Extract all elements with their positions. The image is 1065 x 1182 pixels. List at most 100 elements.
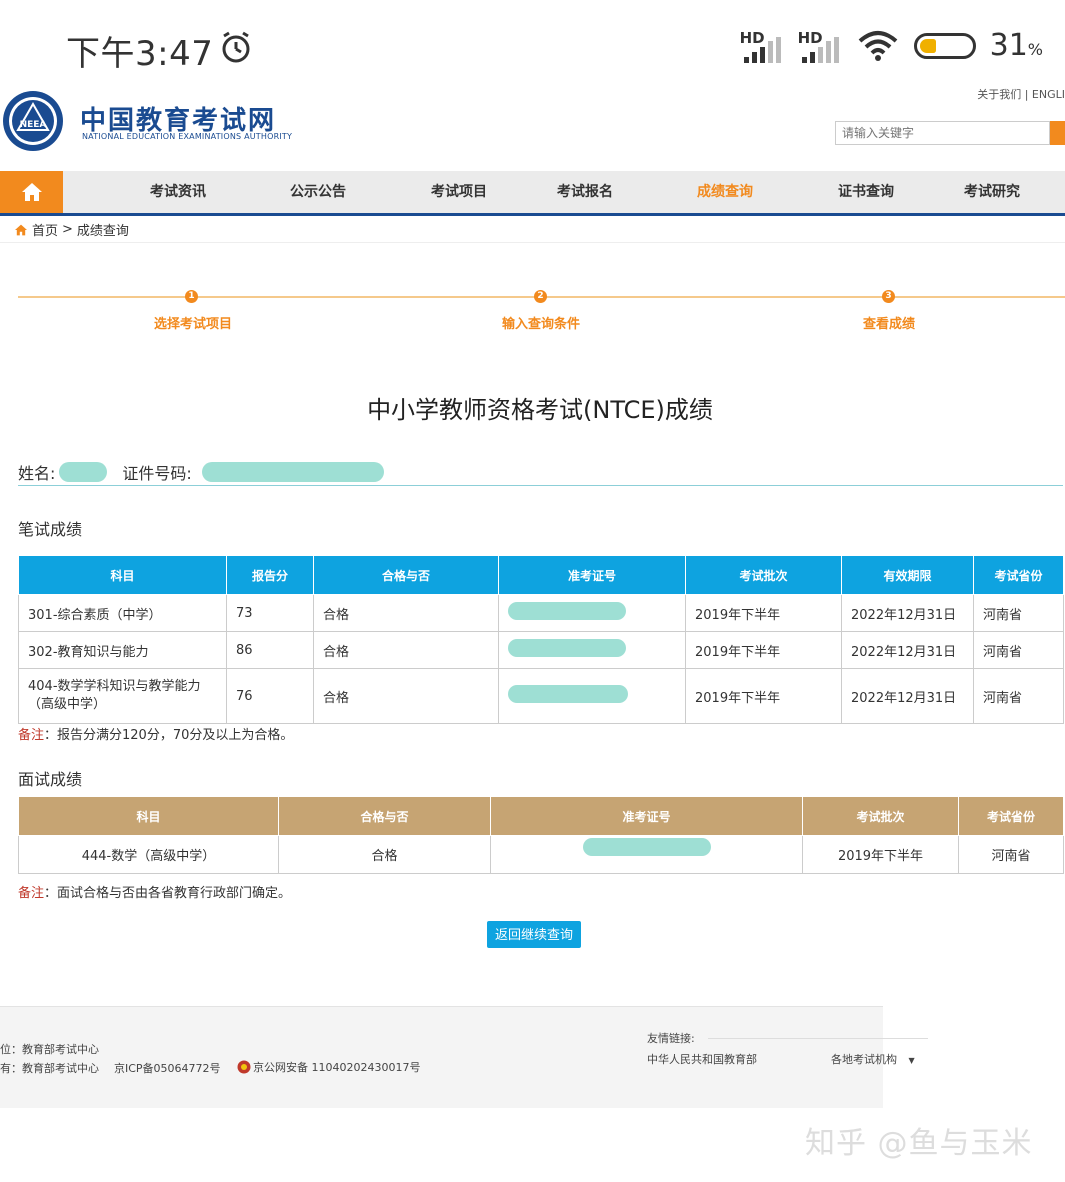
id-redacted [201, 462, 384, 482]
police-badge-icon [237, 1060, 251, 1074]
nav-item-announcements[interactable]: 公示公告 [290, 171, 346, 213]
interview-section-title: 面试成绩 [18, 770, 83, 789]
note-label: 备注 [18, 728, 45, 743]
cell-pass: 合格 [313, 631, 499, 669]
nav-home-button[interactable] [0, 171, 63, 213]
battery-level: 31% [989, 28, 1043, 63]
cell-pass: 合格 [313, 668, 499, 724]
nav-item-exam-projects[interactable]: 考试项目 [431, 171, 487, 213]
footer-police[interactable]: 京公网安备 11040202430017号 [237, 1059, 420, 1075]
cell-batch: 2019年下半年 [685, 631, 842, 669]
footer-friend-links: 友情链接: [647, 1032, 695, 1045]
step-2-dot: 2 [534, 290, 547, 303]
cell-ticket-redacted [498, 668, 686, 724]
footer-links-divider [708, 1038, 928, 1039]
cell-batch: 2019年下半年 [802, 835, 959, 874]
cell-ticket-redacted [490, 835, 803, 874]
alarm-icon [222, 31, 250, 63]
col-province: 考试省份 [973, 555, 1064, 595]
written-section-title: 笔试成绩 [18, 520, 83, 539]
cell-ticket-redacted [498, 631, 686, 669]
chevron-down-icon: ▼ [908, 1056, 915, 1065]
footer-local-label: 各地考试机构 [831, 1053, 897, 1066]
watermark: 知乎 @鱼与玉米 [805, 1126, 1033, 1161]
col-batch: 考试批次 [685, 555, 842, 595]
interview-score-table: 科目 合格与否 准考证号 考试批次 考试省份 444-数学（高级中学） 合格 2… [18, 796, 1064, 874]
written-note: 备注：报告分满分120分，70分及以上为合格。 [18, 724, 293, 743]
footer-moe-link[interactable]: 中华人民共和国教育部 [647, 1051, 757, 1067]
signal-hd-label-2: HD [797, 28, 823, 47]
page-title: 中小学教师资格考试(NTCE)成绩 [367, 396, 713, 424]
cell-score: 73 [226, 594, 314, 632]
note-label: 备注 [18, 886, 45, 901]
nav-item-score-query[interactable]: 成绩查询 [697, 171, 753, 213]
wifi-icon [858, 30, 897, 61]
status-time: 下午3:47 [66, 34, 214, 74]
site-subtitle: NATIONAL EDUCATION EXAMINATIONS AUTHORIT… [82, 132, 293, 141]
nav-item-certificate-query[interactable]: 证书查询 [838, 171, 894, 213]
back-to-query-button[interactable]: 返回继续查询 [487, 921, 581, 948]
footer-copyright: 有：教育部考试中心 [0, 1062, 99, 1075]
nav-item-registration[interactable]: 考试报名 [557, 171, 613, 213]
table-row: 301-综合素质（中学） 73 合格 2019年下半年 2022年12月31日 … [18, 594, 1064, 632]
home-icon [21, 183, 42, 201]
cell-province: 河南省 [958, 835, 1064, 874]
table-row: 444-数学（高级中学） 合格 2019年下半年 河南省 [18, 835, 1064, 874]
step-3-dot: 3 [882, 290, 895, 303]
cell-province: 河南省 [973, 594, 1064, 632]
breadcrumb: 首页 > 成绩查询 [14, 220, 129, 239]
cell-subject: 404-数学学科知识与教学能力（高级中学） [18, 668, 227, 724]
footer-organizer: 位：教育部考试中心 [0, 1043, 99, 1056]
search-input[interactable] [835, 121, 1050, 145]
breadcrumb-home[interactable]: 首页 [32, 220, 58, 239]
step-1-label: 选择考试项目 [154, 317, 233, 332]
cell-batch: 2019年下半年 [685, 668, 842, 724]
table-header-row: 科目 报告分 合格与否 准考证号 考试批次 有效期限 考试省份 [18, 555, 1064, 595]
footer-icp[interactable]: 京ICP备05064772号 [114, 1060, 221, 1076]
battery-icon [913, 32, 976, 59]
nav-item-research[interactable]: 考试研究 [964, 171, 1020, 213]
table-header-row: 科目 合格与否 准考证号 考试批次 考试省份 [18, 796, 1064, 836]
cell-subject: 301-综合素质（中学） [18, 594, 227, 632]
candidate-divider [18, 485, 1063, 486]
cell-batch: 2019年下半年 [685, 594, 842, 632]
cell-pass: 合格 [313, 594, 499, 632]
col-ticket: 准考证号 [490, 796, 803, 836]
cell-subject: 302-教育知识与能力 [18, 631, 227, 669]
cell-valid: 2022年12月31日 [841, 631, 974, 669]
cell-score: 86 [226, 631, 314, 669]
col-pass: 合格与否 [278, 796, 491, 836]
candidate-info: 姓名: 证件号码: [18, 460, 384, 484]
status-right: HD HD 31% [740, 28, 1043, 63]
cell-province: 河南省 [973, 631, 1064, 669]
neea-logo-icon: NEEA [3, 91, 63, 151]
written-score-table: 科目 报告分 合格与否 准考证号 考试批次 有效期限 考试省份 301-综合素质… [18, 555, 1064, 724]
note-text: ：报告分满分120分，70分及以上为合格。 [44, 728, 294, 743]
home-icon [15, 224, 27, 235]
col-pass: 合格与否 [313, 555, 499, 595]
nav-item-exam-news[interactable]: 考试资讯 [150, 171, 206, 213]
search-button[interactable] [1050, 121, 1065, 145]
id-label: 证件号码: [122, 464, 192, 483]
step-1-dot: 1 [185, 290, 198, 303]
interview-note: 备注：面试合格与否由各省教育行政部门确定。 [18, 882, 291, 901]
cell-score: 76 [226, 668, 314, 724]
col-ticket: 准考证号 [498, 555, 686, 595]
cell-ticket-redacted [498, 594, 686, 632]
signal-icon-2: HD [798, 29, 842, 63]
footer-local-select[interactable]: 各地考试机构 ▼ [831, 1051, 915, 1067]
svg-text:NEEA: NEEA [20, 120, 47, 130]
step-3-label: 查看成绩 [863, 317, 916, 332]
breadcrumb-current: 成绩查询 [76, 224, 129, 239]
col-subject: 科目 [18, 555, 227, 595]
name-label: 姓名: [18, 464, 56, 483]
footer-police-text: 京公网安备 11040202430017号 [253, 1061, 421, 1074]
col-subject: 科目 [18, 796, 279, 836]
breadcrumb-sep: > [62, 222, 73, 237]
cell-valid: 2022年12月31日 [841, 594, 974, 632]
col-score: 报告分 [226, 555, 314, 595]
top-links[interactable]: 关于我们 | ENGLI [977, 86, 1065, 102]
note-text: ：面试合格与否由各省教育行政部门确定。 [44, 886, 292, 901]
step-2-label: 输入查询条件 [502, 317, 581, 332]
col-valid: 有效期限 [841, 555, 974, 595]
